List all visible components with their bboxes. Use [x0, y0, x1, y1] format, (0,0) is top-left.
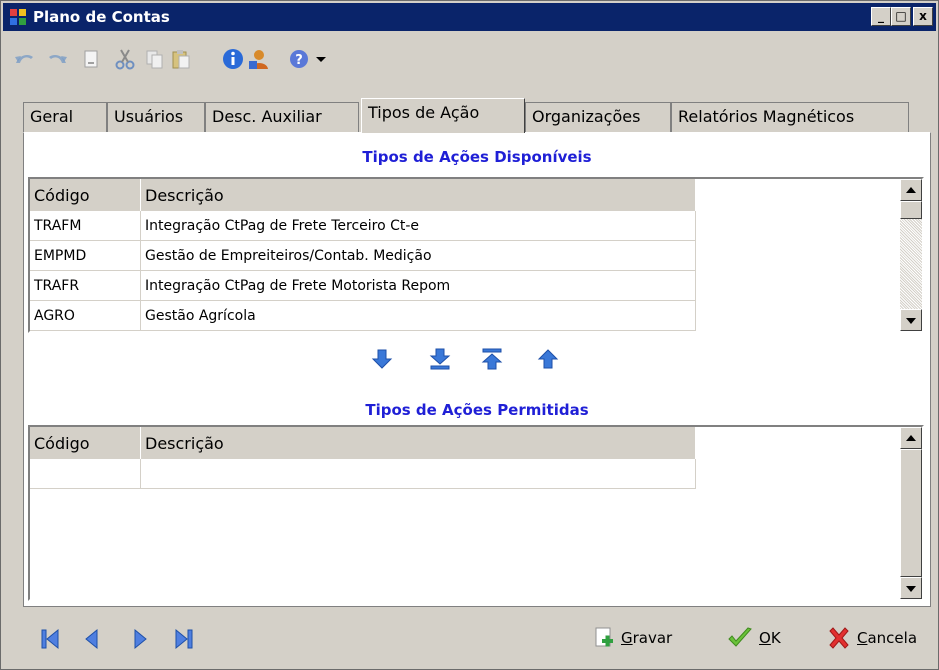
tab-label: Organizações — [532, 107, 641, 126]
save-label: Gravar — [621, 629, 673, 647]
tab-usuarios[interactable]: Usuários — [107, 102, 205, 132]
table-header: Código Descrição — [30, 179, 696, 211]
table-row[interactable]: AGRO Gestão Agrícola — [30, 300, 696, 331]
tab-label: Relatórios Magnéticos — [678, 107, 855, 126]
table-row[interactable]: EMPMD Gestão de Empreiteiros/Contab. Med… — [30, 240, 696, 271]
next-record-icon[interactable] — [129, 627, 151, 651]
cell-desc: Gestão de Empreiteiros/Contab. Medição — [140, 240, 696, 271]
scroll-thumb[interactable] — [900, 201, 922, 219]
cell-code: TRAFM — [30, 211, 141, 241]
maximize-button[interactable]: □ — [891, 7, 911, 26]
move-buttons — [370, 347, 559, 373]
available-section-title: Tipos de Ações Disponíveis — [362, 148, 592, 166]
document-icon[interactable] — [79, 47, 103, 71]
minimize-icon: _ — [878, 9, 884, 23]
cell-desc: Integração CtPag de Frete Motorista Repo… — [140, 270, 696, 301]
scroll-down-button[interactable] — [900, 577, 922, 599]
cut-icon[interactable] — [113, 47, 137, 71]
window-title: Plano de Contas — [33, 8, 170, 26]
cell-desc: Integração CtPag de Frete Terceiro Ct-e — [140, 211, 696, 241]
available-table: Código Descrição TRAFM Integração CtPag … — [30, 179, 696, 331]
tab-organizacoes[interactable]: Organizações — [525, 102, 671, 132]
svg-text:?: ? — [295, 53, 303, 68]
tab-desc-auxiliar[interactable]: Desc. Auxiliar — [205, 102, 359, 132]
cell-code: TRAFR — [30, 270, 141, 301]
dropdown-arrow-icon[interactable] — [313, 47, 329, 71]
table-row[interactable]: TRAFR Integração CtPag de Frete Motorist… — [30, 270, 696, 301]
copy-icon[interactable] — [143, 47, 167, 71]
bottom-bar: Gravar OK Cancela — [1, 613, 938, 669]
cell-code: AGRO — [30, 300, 141, 331]
help-icon[interactable]: ? — [287, 47, 311, 71]
title-bar[interactable]: Plano de Contas _ □ x — [3, 3, 936, 31]
table-row[interactable]: TRAFM Integração CtPag de Frete Terceiro… — [30, 211, 696, 241]
app-icon — [10, 9, 27, 25]
undo-icon[interactable] — [13, 47, 37, 71]
previous-record-icon[interactable] — [81, 627, 103, 651]
tab-label: Geral — [30, 107, 74, 126]
ok-button[interactable]: OK — [727, 625, 781, 651]
permitted-table: Código Descrição — [30, 427, 696, 489]
scroll-up-button[interactable] — [900, 427, 922, 449]
cell-code — [30, 459, 141, 489]
table-header: Código Descrição — [30, 427, 696, 459]
tab-label: Usuários — [114, 107, 184, 126]
paste-icon[interactable] — [169, 47, 193, 71]
column-header-codigo[interactable]: Código — [30, 427, 141, 459]
column-header-descricao[interactable]: Descrição — [140, 179, 696, 211]
cell-desc — [140, 459, 696, 489]
cancel-label: Cancela — [857, 629, 918, 647]
redo-icon[interactable] — [45, 47, 69, 71]
tab-relatorios-magneticos[interactable]: Relatórios Magnéticos — [671, 102, 909, 132]
permitted-scrollbar[interactable] — [900, 427, 922, 599]
cell-code: EMPMD — [30, 240, 141, 271]
save-icon — [595, 627, 613, 647]
permitted-section-title: Tipos de Ações Permitidas — [365, 401, 589, 419]
available-scrollbar[interactable] — [900, 179, 922, 331]
plano-de-contas-window: Plano de Contas _ □ x ? Geral Usuários D… — [0, 0, 939, 670]
move-all-up-icon[interactable] — [480, 347, 504, 371]
available-grid[interactable]: Código Descrição TRAFM Integração CtPag … — [28, 177, 924, 333]
user-icon[interactable] — [247, 47, 271, 71]
tab-tipos-de-acao[interactable]: Tipos de Ação — [361, 98, 525, 133]
move-all-down-icon[interactable] — [428, 347, 452, 371]
scroll-track[interactable] — [900, 219, 922, 309]
tab-panel: Tipos de Ações Disponíveis Código Descri… — [23, 132, 931, 607]
first-record-icon[interactable] — [39, 627, 61, 651]
check-icon — [728, 627, 752, 647]
save-button[interactable]: Gravar — [593, 625, 672, 651]
cell-desc: Gestão Agrícola — [140, 300, 696, 331]
ok-label: OK — [759, 629, 781, 647]
permitted-grid[interactable]: Código Descrição — [28, 425, 924, 601]
scroll-thumb[interactable] — [900, 449, 922, 577]
cancel-x-icon — [829, 627, 849, 649]
info-icon[interactable] — [221, 47, 245, 71]
tab-label: Tipos de Ação — [368, 103, 480, 122]
cancel-button[interactable]: Cancela — [827, 625, 917, 651]
column-header-codigo[interactable]: Código — [30, 179, 141, 211]
scroll-up-button[interactable] — [900, 179, 922, 201]
tab-geral[interactable]: Geral — [23, 102, 107, 132]
move-down-icon[interactable] — [370, 347, 394, 371]
last-record-icon[interactable] — [173, 627, 195, 651]
maximize-icon: □ — [895, 9, 907, 23]
table-row[interactable] — [30, 459, 696, 489]
tab-label: Desc. Auxiliar — [212, 107, 322, 126]
close-button[interactable]: x — [913, 7, 933, 26]
scroll-down-button[interactable] — [900, 309, 922, 331]
move-up-icon[interactable] — [536, 347, 560, 371]
minimize-button[interactable]: _ — [871, 7, 891, 26]
column-header-descricao[interactable]: Descrição — [140, 427, 696, 459]
close-icon: x — [919, 9, 927, 23]
